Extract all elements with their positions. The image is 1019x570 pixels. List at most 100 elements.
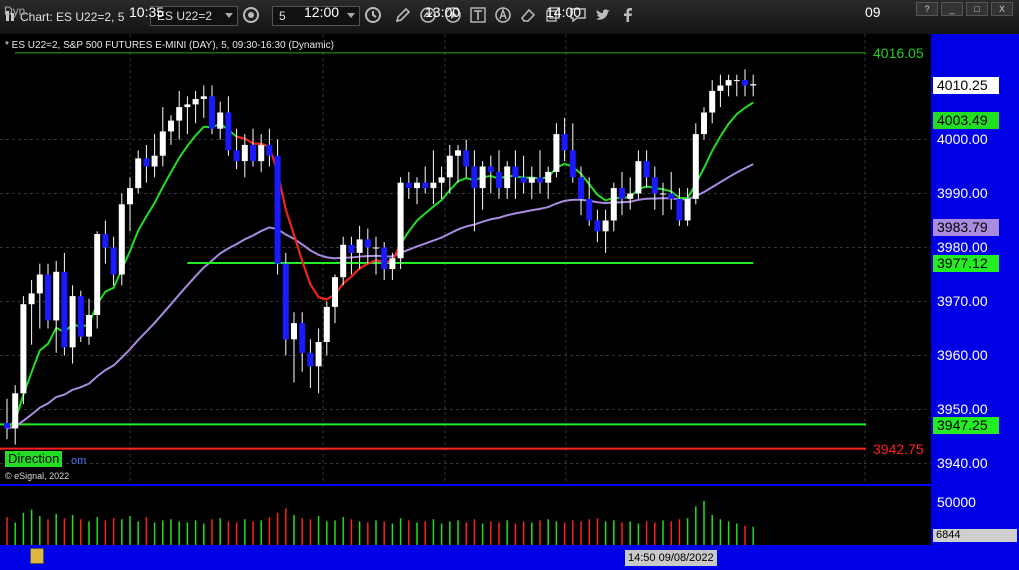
- candle-body: [545, 171, 552, 183]
- clock-icon[interactable]: [363, 6, 383, 26]
- candle-body: [209, 96, 215, 129]
- candle-body: [332, 277, 338, 307]
- candle-body: [258, 144, 265, 162]
- candle-body: [323, 306, 330, 342]
- candle-body: [725, 80, 732, 86]
- pane-divider: [0, 484, 931, 486]
- time-tick-09: 09: [865, 4, 881, 20]
- candle-body: [504, 166, 511, 189]
- link-icon[interactable]: [241, 6, 261, 26]
- ma-green-label: 4003.49: [933, 112, 999, 129]
- volume-tick: 50000: [937, 494, 976, 510]
- alert-icon[interactable]: [493, 6, 513, 26]
- time-cursor-label: 14:50 09/08/2022: [625, 550, 717, 566]
- candle-body: [414, 182, 420, 189]
- candle-body: [151, 155, 158, 167]
- candle-body: [701, 112, 707, 135]
- time-tick-1400: 14:00: [546, 4, 582, 20]
- candle-body: [118, 204, 125, 275]
- eraser-icon[interactable]: [518, 6, 538, 26]
- candle-body: [463, 150, 470, 167]
- candle-body: [750, 84, 757, 86]
- candle-body: [537, 177, 543, 183]
- candle-body: [250, 144, 256, 162]
- copyright-text: © eSignal, 2022: [5, 471, 70, 481]
- candle-body: [487, 166, 494, 172]
- candle-body: [225, 112, 232, 151]
- candle-body: [553, 134, 560, 172]
- candle-body: [651, 177, 658, 194]
- pencil-icon[interactable]: [393, 6, 413, 26]
- low-red-label: 3942.75: [873, 441, 924, 457]
- candle-body: [200, 96, 207, 99]
- candle-body: [684, 198, 691, 221]
- facebook-icon[interactable]: [618, 6, 638, 26]
- price-tick-4000: 4000.00: [937, 131, 988, 147]
- candle-body: [635, 161, 642, 194]
- candle-body: [274, 155, 281, 264]
- candle-body: [168, 120, 174, 132]
- text-tool-icon[interactable]: [468, 6, 488, 26]
- top-level-label: 4016.05: [873, 45, 924, 61]
- direction-indicator[interactable]: Direction: [5, 451, 63, 467]
- candle-body: [594, 220, 601, 232]
- candle-body: [53, 271, 60, 321]
- price-chart[interactable]: [0, 34, 931, 545]
- candle-body: [315, 342, 322, 367]
- candle-body: [348, 244, 355, 253]
- time-tick-1200: 12:00: [304, 4, 340, 20]
- lock-icon[interactable]: [30, 548, 44, 564]
- candle-body: [69, 296, 76, 348]
- candle-body: [217, 112, 224, 129]
- candle-body: [619, 188, 625, 199]
- price-tick-3990: 3990.00: [937, 185, 988, 201]
- candle-body: [717, 85, 724, 91]
- minimize-button[interactable]: _: [941, 2, 963, 16]
- candle-body: [438, 177, 445, 183]
- candle-body: [241, 144, 248, 162]
- candle-body: [397, 182, 404, 259]
- dyn-label[interactable]: Dyn: [4, 4, 25, 18]
- candle-body: [159, 131, 166, 156]
- candle-body: [602, 220, 609, 232]
- price-tick-3970: 3970.00: [937, 293, 988, 309]
- candle-body: [471, 166, 478, 189]
- twitter-icon[interactable]: [593, 6, 613, 26]
- candle-body: [676, 198, 683, 221]
- maximize-button[interactable]: □: [966, 2, 988, 16]
- candle-body: [627, 193, 634, 199]
- candle-body: [20, 304, 27, 394]
- candle-body: [610, 188, 617, 221]
- candle-body: [373, 247, 379, 249]
- chevron-down-icon[interactable]: [347, 13, 355, 18]
- candle-body: [446, 155, 453, 178]
- candle-body: [520, 177, 527, 183]
- last-volume-label: 6844: [933, 529, 1017, 542]
- candle-body: [512, 166, 519, 178]
- candle-body: [176, 107, 183, 121]
- candle-body: [77, 296, 84, 337]
- candle-body: [660, 193, 666, 195]
- time-tick-1035: 10:35: [129, 4, 165, 20]
- direction-suffix: om: [71, 455, 87, 467]
- ma-purple-label: 3983.79: [933, 219, 999, 236]
- candle-body: [291, 323, 297, 340]
- candle-body: [45, 274, 51, 321]
- candle-body: [430, 182, 437, 189]
- candle-body: [528, 177, 535, 183]
- candle-body: [709, 90, 716, 113]
- help-button[interactable]: ?: [916, 2, 938, 16]
- candle-body: [389, 258, 396, 270]
- candle-body: [102, 234, 109, 248]
- candle-body: [586, 198, 593, 221]
- support-level-label: 3977.12: [933, 255, 999, 272]
- candle-body: [86, 315, 92, 337]
- candle-body: [479, 166, 486, 189]
- chevron-down-icon[interactable]: [225, 13, 233, 18]
- candle-body: [356, 239, 363, 253]
- candle-body: [455, 150, 461, 156]
- candle-body: [496, 171, 502, 189]
- time-axis[interactable]: [0, 545, 1019, 570]
- candle-body: [36, 274, 43, 294]
- close-button[interactable]: X: [991, 2, 1013, 16]
